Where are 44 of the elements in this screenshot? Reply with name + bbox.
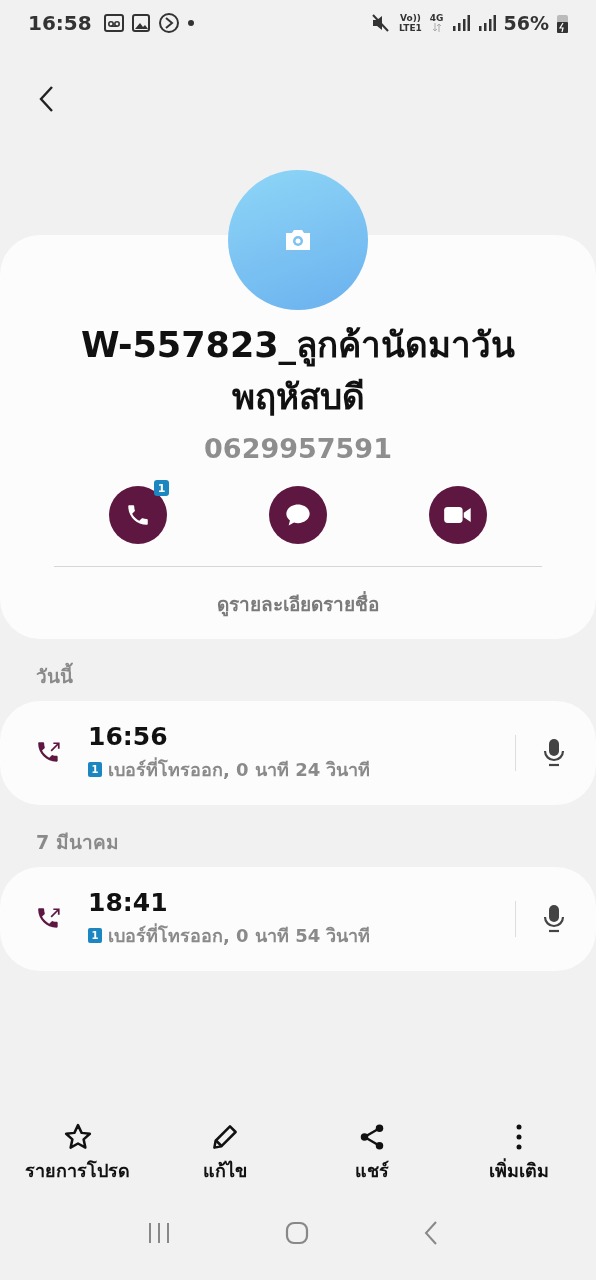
share-button[interactable]: แชร์ [301,1122,442,1185]
sim-badge: 1 [154,480,169,496]
voicemail-icon [103,13,124,32]
sim-badge: 1 [88,928,102,943]
status-time: 16:58 [28,10,92,35]
battery-level: 56% [503,11,549,34]
signal-icon [477,13,496,32]
date-header: วันนี้ [0,639,596,701]
lte-label: LTE1 [399,22,422,33]
contact-name: W-557823_ลูกค้านัดมาวันพฤหัสบดี [79,324,517,419]
sim-badge: 1 [88,762,102,777]
network-label: 4G [429,13,444,23]
phone-number: 0629957591 [204,433,392,464]
signal-icon [451,13,470,32]
video-button[interactable] [429,486,487,544]
microphone-button[interactable] [542,904,566,934]
date-header: 7 มีนาคม [35,830,120,855]
volte-label: Vo)) [400,12,421,23]
call-description: เบอร์ที่โทรออก, 0 นาที 24 วินาที [108,756,371,782]
star-icon [62,1122,93,1152]
view-details-link[interactable]: ดูรายละเอียดรายชื่อ [217,589,379,619]
more-icon [514,1122,523,1152]
microphone-button[interactable] [542,738,566,768]
recent-apps-button[interactable] [147,1221,171,1244]
battery-icon [557,12,568,33]
call-description: เบอร์ที่โทรออก, 0 นาที 54 วินาที [108,922,371,948]
call-log-entry[interactable]: 16:56 1 เบอร์ที่โทรออก, 0 นาที 24 วินาที [0,701,596,805]
mute-icon [371,12,392,33]
camera-icon [283,228,313,252]
sync-icon [157,11,180,34]
call-time: 18:41 [88,888,169,917]
call-log-entry[interactable]: 18:41 1 เบอร์ที่โทรออก, 0 นาที 54 วินาที [0,867,596,971]
message-button[interactable] [269,486,327,544]
call-button[interactable] [109,486,167,544]
favourite-button[interactable]: รายการโปรด [7,1122,148,1185]
home-button[interactable] [285,1220,309,1245]
more-button[interactable]: เพิ่มเติม [448,1122,589,1185]
dot-icon [187,19,194,26]
call-time: 16:56 [88,722,169,751]
edit-button[interactable]: แก้ไข [154,1122,295,1185]
data-arrows-icon [431,23,442,32]
image-icon [131,13,150,32]
back-nav-button[interactable] [423,1219,439,1246]
phone-icon [125,502,151,528]
